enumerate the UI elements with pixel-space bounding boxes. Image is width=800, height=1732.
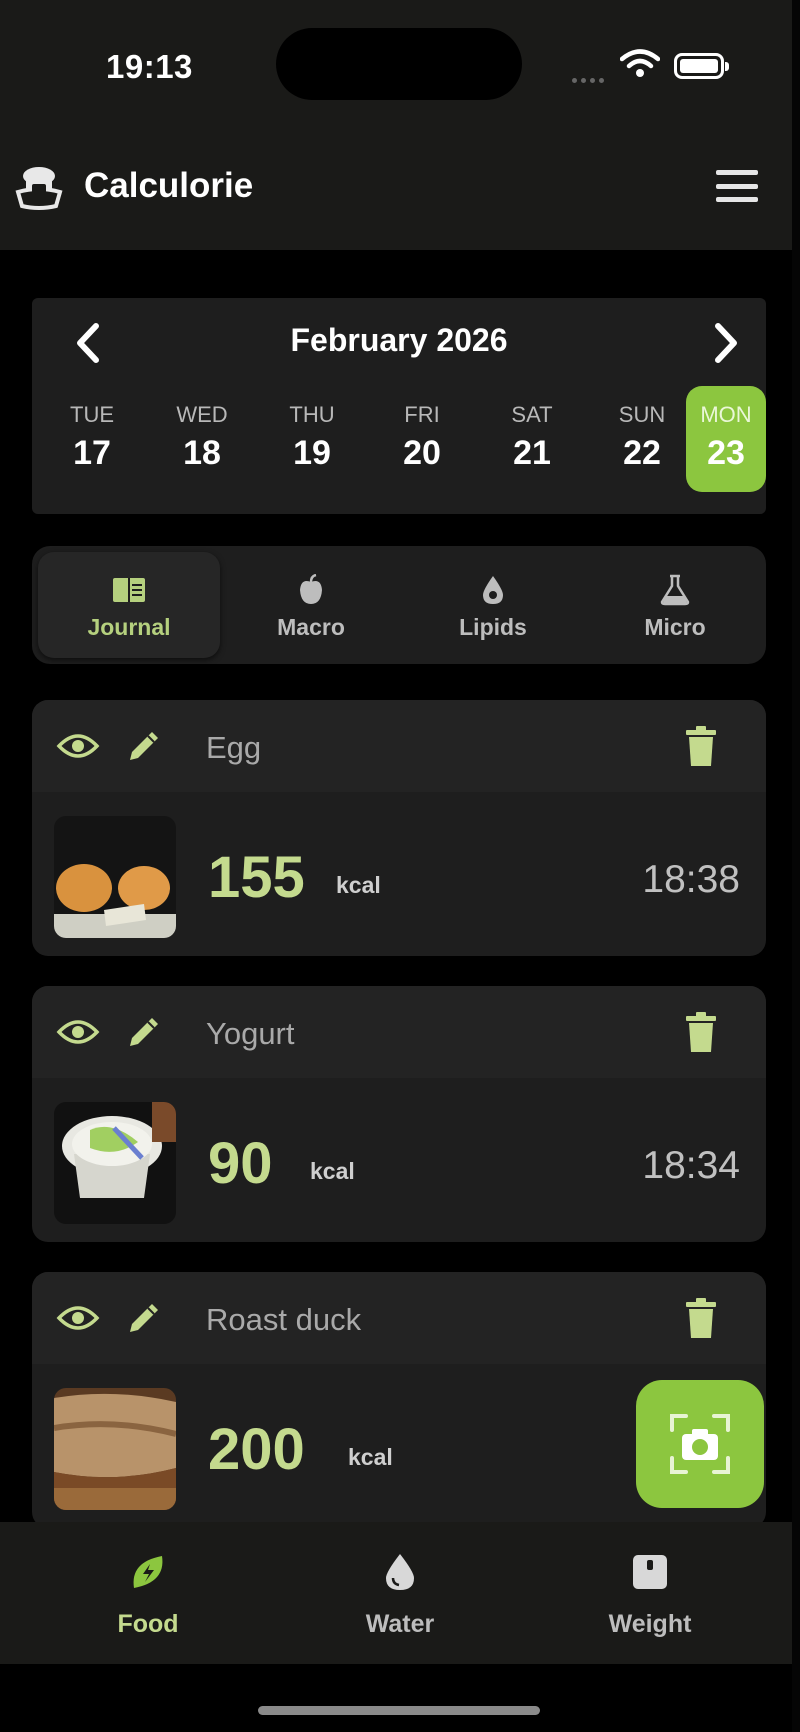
day-of-week: TUE [70,402,114,427]
book-icon [113,578,145,602]
tab-lipids[interactable]: Lipids [402,552,584,658]
bottom-nav: Food Water Weight [0,1522,800,1664]
calendar-day-mon-23-selected[interactable]: MON 23 [686,386,766,492]
food-name: Yogurt [206,1016,295,1051]
day-of-week: SUN [618,402,666,427]
eye-icon[interactable] [56,728,100,764]
oil-drop-icon [483,576,503,604]
pencil-icon[interactable] [124,726,164,766]
day-number: 23 [707,434,745,472]
pencil-icon[interactable] [124,1012,164,1052]
food-entry-card[interactable]: Egg 155 kcal 18:38 [32,700,766,956]
camera-scan-icon [670,1414,730,1474]
day-of-week: THU [289,402,335,427]
home-indicator[interactable] [258,1706,540,1715]
food-photo-roast-duck [54,1388,176,1510]
calendar-month: February 2026 [290,322,508,358]
day-number: 20 [403,434,441,472]
entry-time: 18:34 [642,1144,740,1187]
tab-label: Lipids [459,614,527,640]
week-calendar: February 2026 TUE 17 WED 18 THU 19 FRI 2… [32,298,766,514]
kcal-value: 155 [208,845,305,910]
kcal-unit: kcal [310,1158,355,1184]
day-of-week: SAT [511,402,553,427]
tab-label: Macro [277,614,345,640]
day-number: 21 [513,434,551,472]
food-photo-yogurt [54,1102,176,1224]
wifi-icon [620,49,660,77]
nav-food[interactable]: Food [68,1552,228,1639]
nav-label: Food [117,1610,179,1638]
hamburger-menu-icon[interactable] [716,170,758,202]
status-time: 19:13 [106,48,193,85]
food-entry-card[interactable]: Yogurt 90 kcal 18:34 [32,986,766,1242]
screen-edge [792,0,800,1732]
trash-icon[interactable] [682,724,720,768]
nav-label: Weight [608,1610,692,1638]
top-bar: 19:13 Calculorie [0,0,800,250]
calendar-day-fri-20[interactable]: FRI 20 [382,386,462,492]
kcal-unit: kcal [348,1444,393,1470]
food-photo-egg [54,816,176,938]
home-area [0,1664,800,1732]
battery-icon [674,53,729,79]
eye-icon[interactable] [56,1300,100,1336]
cellular-signal-icon [572,70,608,88]
app-screen: 19:13 Calculorie February 2026 TUE 17 WE… [0,0,800,1732]
app-title: Calculorie [84,166,254,205]
nav-water[interactable]: Water [320,1552,480,1639]
eye-icon[interactable] [56,1014,100,1050]
nutrition-tabs: Journal Macro Lipids Micro [32,546,766,664]
food-name: Egg [206,730,262,765]
tab-macro[interactable]: Macro [220,552,402,658]
food-entry-header: Yogurt [32,986,766,1078]
trash-icon[interactable] [682,1010,720,1054]
day-number: 17 [73,434,111,472]
kcal-unit: kcal [336,872,381,898]
entry-time: 18:38 [642,858,740,901]
day-of-week: WED [176,402,228,427]
scan-food-button[interactable] [636,1380,764,1508]
day-number: 22 [623,434,661,472]
calendar-day-wed-18[interactable]: WED 18 [162,386,242,492]
scale-icon [633,1555,667,1589]
day-number: 18 [183,434,221,472]
nav-label: Water [365,1610,435,1638]
calendar-day-sat-21[interactable]: SAT 21 [492,386,572,492]
calendar-days: TUE 17 WED 18 THU 19 FRI 20 SAT 21 SUN 2… [32,386,766,492]
pencil-icon[interactable] [124,1298,164,1338]
kcal-value: 90 [208,1131,273,1196]
water-drop-icon [386,1554,414,1590]
tab-label: Micro [644,614,706,640]
tab-label: Journal [87,614,171,640]
nav-weight[interactable]: Weight [570,1552,730,1639]
calendar-day-sun-22[interactable]: SUN 22 [602,386,682,492]
calendar-day-tue-17[interactable]: TUE 17 [52,386,132,492]
tab-micro[interactable]: Micro [584,552,766,658]
day-number: 19 [293,434,331,472]
calendar-day-thu-19[interactable]: THU 19 [272,386,352,492]
chef-logo-icon [15,167,63,210]
food-entry-header: Egg [32,700,766,792]
tab-journal[interactable]: Journal [38,552,220,658]
food-name: Roast duck [206,1302,362,1337]
day-of-week: FRI [404,402,440,427]
trash-icon[interactable] [682,1296,720,1340]
apple-icon [300,574,322,604]
leaf-bolt-icon [133,1556,163,1588]
flask-icon [660,574,690,606]
kcal-value: 200 [208,1417,305,1482]
chevron-right-icon[interactable] [706,320,746,366]
day-of-week: MON [700,402,752,427]
food-entry-header: Roast duck [32,1272,766,1364]
dynamic-island [276,28,522,100]
